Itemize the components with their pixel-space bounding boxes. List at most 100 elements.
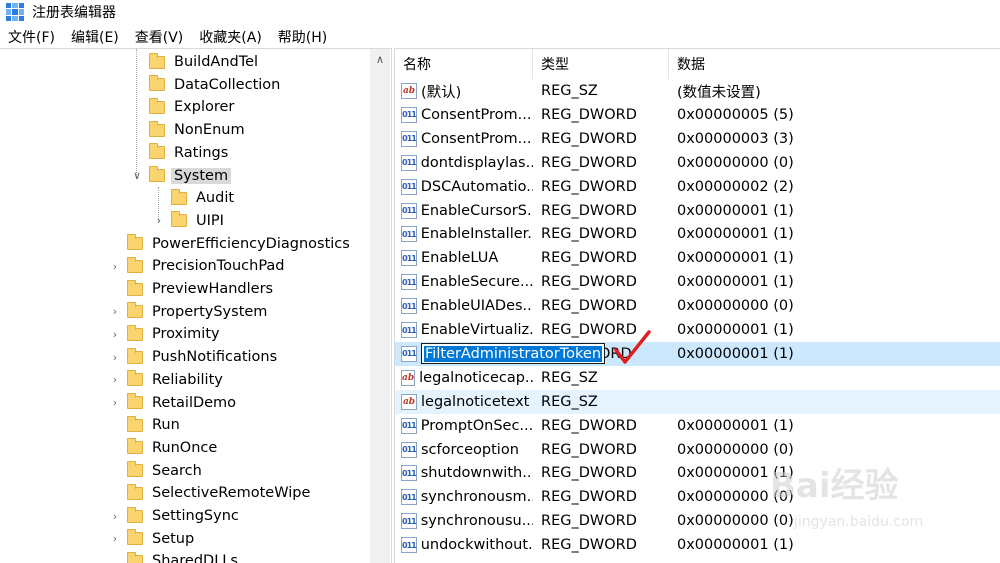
tree-item-run[interactable]: Run (108, 414, 183, 436)
tree-item-shareddlls[interactable]: SharedDLLs (108, 550, 241, 563)
rename-selected-text: FilterAdministratorToken (424, 345, 603, 362)
folder-icon (127, 234, 143, 251)
tree-item-system[interactable]: ∨ System (130, 165, 232, 187)
tree-item-buildandtel[interactable]: BuildAndTel (130, 51, 261, 73)
value-name: legalnoticetext (421, 393, 530, 410)
registry-value-row[interactable]: 011 PromptOnSec... REG_DWORD 0x00000001 (1) (395, 414, 1000, 438)
registry-value-row[interactable]: 011 ConsentProm... REG_DWORD 0x00000003 (3) (395, 127, 1000, 151)
binary-value-icon: 011 (401, 322, 417, 338)
binary-value-icon: 011 (401, 178, 417, 195)
tree-item-powerefficiencydiagnostics[interactable]: PowerEfficiencyDiagnostics (108, 233, 353, 255)
tree-item-label: Proximity (152, 326, 220, 343)
column-header-type[interactable]: 类型 (533, 49, 669, 79)
folder-icon (127, 256, 143, 273)
registry-value-row[interactable]: 011 EnableVirtualiz... REG_DWORD 0x00000001… (395, 318, 1000, 342)
binary-value-icon: 011 (401, 226, 417, 243)
menu-view[interactable]: 查看(V) (127, 27, 192, 47)
tree-scrollbar[interactable]: ∧ (370, 49, 390, 563)
value-type: REG_DWORD (541, 226, 637, 243)
folder-icon (127, 370, 143, 387)
red-checkmark-icon (614, 330, 651, 364)
menu-help[interactable]: 帮助(H) (270, 27, 335, 47)
tree-item-ratings[interactable]: Ratings (130, 142, 231, 164)
tree-item-search[interactable]: Search (108, 460, 205, 482)
column-header-name[interactable]: 名称 (395, 49, 533, 79)
value-name-cell: 011 EnableUIADes... (401, 294, 533, 318)
tree-item-audit[interactable]: Audit (152, 187, 237, 209)
tree-item-reliability[interactable]: › Reliability (108, 369, 226, 391)
tree-item-datacollection[interactable]: DataCollection (130, 74, 283, 96)
tree-item-propertysystem[interactable]: › PropertySystem (108, 301, 270, 323)
value-name-cell: 011 EnableCursorS... (401, 199, 533, 223)
registry-value-row[interactable]: 011 EnableInstaller... REG_DWORD 0x00000001… (395, 222, 1000, 246)
menu-file[interactable]: 文件(F) (0, 27, 63, 47)
registry-value-row[interactable]: 011 EnableUIADes... REG_DWORD 0x00000000 (0… (395, 294, 1000, 318)
expand-chevron-icon[interactable]: › (108, 396, 122, 409)
tree-item-label: Audit (196, 190, 235, 207)
expand-chevron-icon[interactable]: › (108, 373, 122, 386)
tree-item-explorer[interactable]: Explorer (130, 96, 237, 118)
key-tree-pane[interactable]: BuildAndTel DataCollection Explorer NonEnum… (0, 48, 392, 563)
value-type: REG_DWORD (541, 417, 637, 434)
value-name-cell: 011 undockwithout... (401, 533, 533, 557)
scroll-up-arrow-icon[interactable]: ∧ (370, 49, 390, 71)
tree-item-runonce[interactable]: RunOnce (108, 437, 220, 459)
watermark-brand: Bai经验 (770, 466, 899, 506)
tree-item-settingsync[interactable]: › SettingSync (108, 505, 242, 527)
registry-value-row[interactable]: 011 DSCAutomatio... REG_DWORD 0x00000002 (2… (395, 175, 1000, 199)
registry-value-row[interactable]: ab legalnoticecap... REG_SZ (395, 366, 1000, 390)
tree-item-pushnotifications[interactable]: › PushNotifications (108, 346, 280, 368)
menu-edit[interactable]: 编辑(E) (63, 27, 127, 47)
window-title: 注册表编辑器 (32, 5, 116, 21)
binary-value-icon: 011 (401, 154, 417, 171)
binary-value-icon: 011 (401, 106, 417, 123)
value-data: 0x00000002 (2) (677, 178, 794, 195)
value-type: REG_DWORD (541, 274, 637, 291)
tree-item-selectiveremotewipe[interactable]: SelectiveRemoteWipe (108, 482, 313, 504)
registry-value-row[interactable]: 011 EnableLUA REG_DWORD 0x00000001 (1) (395, 246, 1000, 270)
folder-icon (149, 97, 165, 114)
folder-icon (149, 52, 165, 69)
expand-chevron-icon[interactable]: › (108, 260, 122, 273)
registry-value-row[interactable]: 011 EnableCursorS... REG_DWORD 0x00000001 (… (395, 199, 1000, 223)
tree-item-precisiontouchpad[interactable]: › PrecisionTouchPad (108, 255, 288, 277)
string-value-icon: ab (401, 369, 416, 386)
tree-item-proximity[interactable]: › Proximity (108, 323, 223, 345)
menu-favorites[interactable]: 收藏夹(A) (191, 27, 270, 47)
tree-item-uipi[interactable]: › UIPI (152, 210, 227, 232)
tree-item-label: System (171, 167, 232, 184)
tree-item-label: SharedDLLs (152, 553, 238, 563)
expand-chevron-icon[interactable]: › (108, 532, 122, 545)
expand-chevron-icon[interactable]: › (152, 214, 166, 227)
tree-item-setup[interactable]: › Setup (108, 528, 197, 550)
rename-input[interactable]: FilterAdministratorToken (421, 343, 606, 365)
value-name-cell: 011 ConsentProm... (401, 103, 533, 127)
registry-value-row[interactable]: 011 dontdisplaylas... REG_DWORD 0x00000000 … (395, 151, 1000, 175)
tree-item-retaildemo[interactable]: › RetailDemo (108, 392, 239, 414)
expand-chevron-icon[interactable]: › (108, 351, 122, 364)
value-name-cell: 011 PromptOnSec... (401, 414, 533, 438)
registry-value-row[interactable]: ab legalnoticetext REG_SZ (395, 389, 1000, 414)
column-header-data[interactable]: 数据 (669, 49, 1000, 79)
registry-value-row[interactable]: 011 ConsentProm... REG_DWORD 0x00000005 (5) (395, 103, 1000, 127)
value-type: REG_DWORD (541, 513, 637, 530)
value-data: 0x00000001 (1) (677, 202, 794, 219)
value-name: PromptOnSec... (420, 417, 533, 434)
folder-icon (127, 415, 143, 432)
expand-chevron-icon[interactable]: › (108, 328, 122, 341)
registry-value-row[interactable]: 011 FilterAdministratorToken ORD 0x00000001… (395, 341, 1000, 366)
value-name: undockwithout... (420, 537, 533, 554)
tree-item-label: NonEnum (174, 122, 245, 139)
expand-chevron-icon[interactable]: ∨ (130, 169, 144, 182)
value-name-cell: ab legalnoticecap... (401, 366, 533, 390)
expand-chevron-icon[interactable]: › (108, 305, 122, 318)
registry-value-row[interactable]: 011 EnableSecure... REG_DWORD 0x00000001 (1… (395, 270, 1000, 294)
expand-chevron-icon[interactable]: › (108, 510, 122, 523)
folder-icon (171, 211, 187, 228)
registry-value-row[interactable]: ab (默认) REG_SZ (数值未设置) (395, 79, 1000, 103)
tree-item-nonenum[interactable]: NonEnum (130, 119, 248, 141)
value-name: (默认) (421, 84, 462, 101)
tree-item-previewhandlers[interactable]: PreviewHandlers (108, 278, 276, 300)
folder-icon (149, 75, 165, 92)
string-value-icon: ab (401, 393, 417, 410)
